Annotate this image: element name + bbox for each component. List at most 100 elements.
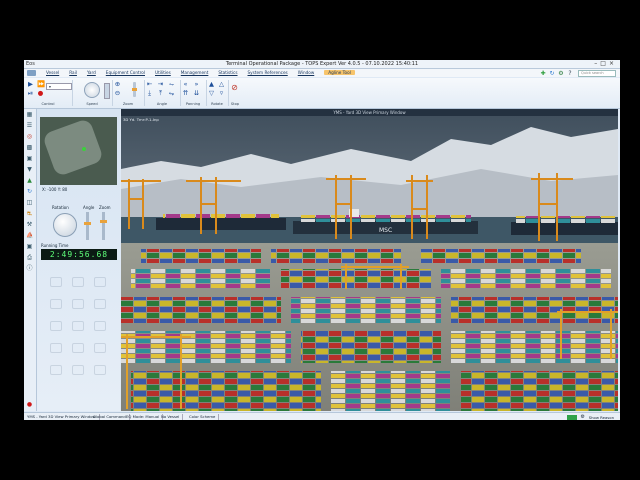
stop-group: ⊘ Stop xyxy=(228,80,242,107)
alert-icon[interactable]: ● xyxy=(26,401,33,408)
menu-item-statistics[interactable]: Statistics xyxy=(218,70,237,75)
navigation-panel: X: -100 Y: 80 Rotation Angle Zoom Runnin… xyxy=(37,109,120,411)
play-icon[interactable]: ▶ xyxy=(27,81,34,88)
rotation-knob[interactable] xyxy=(53,213,77,237)
zoom-group: ⊕ ⊖ Zoom xyxy=(112,80,145,106)
minimap[interactable] xyxy=(40,117,117,185)
menu-item-management[interactable]: Management xyxy=(181,70,209,75)
crane-icon[interactable]: ⛐ xyxy=(26,210,33,217)
menu-bar: Vessel Rail Yard Equipment Control Utilities… xyxy=(24,69,620,77)
settings-icon[interactable]: ⚙ xyxy=(558,70,564,77)
control-input[interactable]: ▾ xyxy=(46,83,72,90)
record-icon[interactable]: ● xyxy=(37,90,44,97)
angle-label: Angle xyxy=(83,205,95,210)
step-icon[interactable]: ⏯ xyxy=(27,90,34,97)
pan-right-icon[interactable]: » xyxy=(193,81,200,88)
minimap-position-marker xyxy=(82,147,86,151)
stop-group-label: Stop xyxy=(230,102,240,106)
angle-left-icon[interactable]: ⇥ xyxy=(157,81,164,88)
vessel-icon[interactable]: ⛵ xyxy=(26,232,33,239)
list-icon[interactable]: ☰ xyxy=(26,122,33,129)
map-icon[interactable]: ▲ xyxy=(26,177,33,184)
menu-item-rail[interactable]: Rail xyxy=(69,70,77,75)
info-icon[interactable]: ⓘ xyxy=(26,265,33,272)
running-time-display: 2:49:56.68 xyxy=(41,249,117,260)
window-title: Terminal Operational Package - TOPS Expe… xyxy=(225,61,419,67)
pan-down-icon[interactable]: ⇊ xyxy=(193,90,200,97)
add-icon[interactable]: ✚ xyxy=(540,70,546,77)
pan-left-icon[interactable]: « xyxy=(182,81,189,88)
status-color-scheme[interactable]: Color Scheme xyxy=(186,414,220,420)
ribbon-toolbar: ▶ ⏩ ⏯ ● ▾ Control Speed ⊕ ⊖ Zoom ⇤ ⇥ ⥊ ⤓… xyxy=(24,78,620,109)
angle-down-icon[interactable]: ⤓ xyxy=(146,90,153,97)
right-toolbar: ✚ ↻ ⚙ ? Quick search xyxy=(540,70,616,77)
help-icon[interactable]: ? xyxy=(567,70,573,77)
angle-reset-icon[interactable]: ⥊ xyxy=(168,81,175,88)
rotate-ccw-icon[interactable]: ▽ xyxy=(208,90,215,97)
vessel-left xyxy=(156,213,286,230)
menu-item-agline-tool[interactable]: Agline Tool xyxy=(324,70,355,75)
yard-icon[interactable]: ▦ xyxy=(26,111,33,118)
rotate-right-icon[interactable]: △ xyxy=(218,81,225,88)
rotation-label: Rotation xyxy=(52,205,69,210)
zoom-group-label: Zoom xyxy=(122,102,134,106)
layers-icon[interactable]: ◫ xyxy=(26,199,33,206)
menu-item-equipment-control[interactable]: Equipment Control xyxy=(106,70,145,75)
menu-item-vessel[interactable]: Vessel xyxy=(46,70,59,75)
menu-item-utilities[interactable]: Utilities xyxy=(155,70,171,75)
coordinates-readout: X: -100 Y: 80 xyxy=(42,187,68,192)
target-icon[interactable]: ◎ xyxy=(26,133,33,140)
viewport-sub-label: 3D Yd. Tmr:P-1-Inp xyxy=(123,117,159,122)
sync-icon[interactable]: ↻ xyxy=(26,188,33,195)
truck-icon[interactable]: ▣ xyxy=(26,155,33,162)
refresh-icon[interactable]: ↻ xyxy=(549,70,555,77)
zoom-slider-vertical[interactable] xyxy=(100,212,107,240)
speed-knob[interactable] xyxy=(84,82,100,98)
show-reason-button[interactable]: Show Reason xyxy=(589,415,614,420)
app-menu-icon[interactable] xyxy=(27,70,36,76)
angle-group-label: Angle xyxy=(156,102,168,106)
panning-group-label: Panning xyxy=(185,102,201,106)
yard-3d-scene: MSC xyxy=(121,109,618,411)
left-tool-sidebar: ▦ ☰ ◎ ▩ ▣ ▼ ▲ ↻ ◫ ⛐ ⚒ ⛵ ▣ ⎙ ⓘ ● xyxy=(24,109,37,411)
status-window: YMS - Yard 3D View Primary Window xyxy=(24,414,100,420)
rotate-left-icon[interactable]: ▲ xyxy=(208,81,215,88)
tools-icon[interactable]: ⚒ xyxy=(26,221,33,228)
angle-right-icon[interactable]: ⤒ xyxy=(157,90,164,97)
fast-forward-icon[interactable]: ⏩ xyxy=(37,81,45,88)
zoom-slider[interactable] xyxy=(132,82,137,97)
stop-icon[interactable]: ⊘ xyxy=(231,84,238,92)
status-right-area: ⚙ Show Reason xyxy=(566,414,614,420)
filter-icon[interactable]: ▼ xyxy=(26,166,33,173)
disabled-controls-area xyxy=(42,267,116,407)
zoom-out-icon[interactable]: ⊖ xyxy=(114,90,121,97)
status-settings-icon[interactable]: ⚙ xyxy=(580,414,586,420)
print-icon[interactable]: ⎙ xyxy=(26,254,33,261)
rotate-cw-icon[interactable]: ▿ xyxy=(218,90,225,97)
search-input[interactable]: Quick search xyxy=(578,70,616,77)
status-indicator xyxy=(566,414,577,420)
zoom-label: Zoom xyxy=(99,205,111,210)
vessel-label: MSC xyxy=(379,227,392,234)
menu-items: Vessel Rail Yard Equipment Control Utilities… xyxy=(46,70,365,75)
lock-icon[interactable]: ▣ xyxy=(26,243,33,250)
menu-item-yard[interactable]: Yard xyxy=(87,70,96,75)
angle-fit-icon[interactable]: ⥆ xyxy=(168,90,175,97)
rotate-group-label: Rotate xyxy=(211,102,223,106)
zoom-in-icon[interactable]: ⊕ xyxy=(114,81,121,88)
window-controls[interactable]: –□× xyxy=(594,60,617,67)
status-vessel[interactable]: No Vessel xyxy=(158,414,184,420)
rotate-group: ▲ △ ▽ ▿ Rotate xyxy=(206,80,229,106)
running-time-label: Running Time xyxy=(41,243,69,248)
speed-gauge xyxy=(104,83,110,99)
control-group-label: Control xyxy=(41,102,55,106)
pan-up-icon[interactable]: ⇈ xyxy=(182,90,189,97)
angle-group: ⇤ ⇥ ⥊ ⤓ ⤒ ⥆ Angle xyxy=(144,80,181,106)
angle-up-icon[interactable]: ⇤ xyxy=(146,81,153,88)
grid-icon[interactable]: ▩ xyxy=(26,144,33,151)
yard-3d-viewport[interactable]: YMS - Yard 3D View Primary Window 3D Yd.… xyxy=(121,109,618,411)
menu-item-window[interactable]: Window xyxy=(298,70,315,75)
menu-item-system-references[interactable]: System References xyxy=(248,70,288,75)
angle-slider[interactable] xyxy=(84,212,91,240)
title-bar: Eos Terminal Operational Package - TOPS … xyxy=(24,60,620,69)
